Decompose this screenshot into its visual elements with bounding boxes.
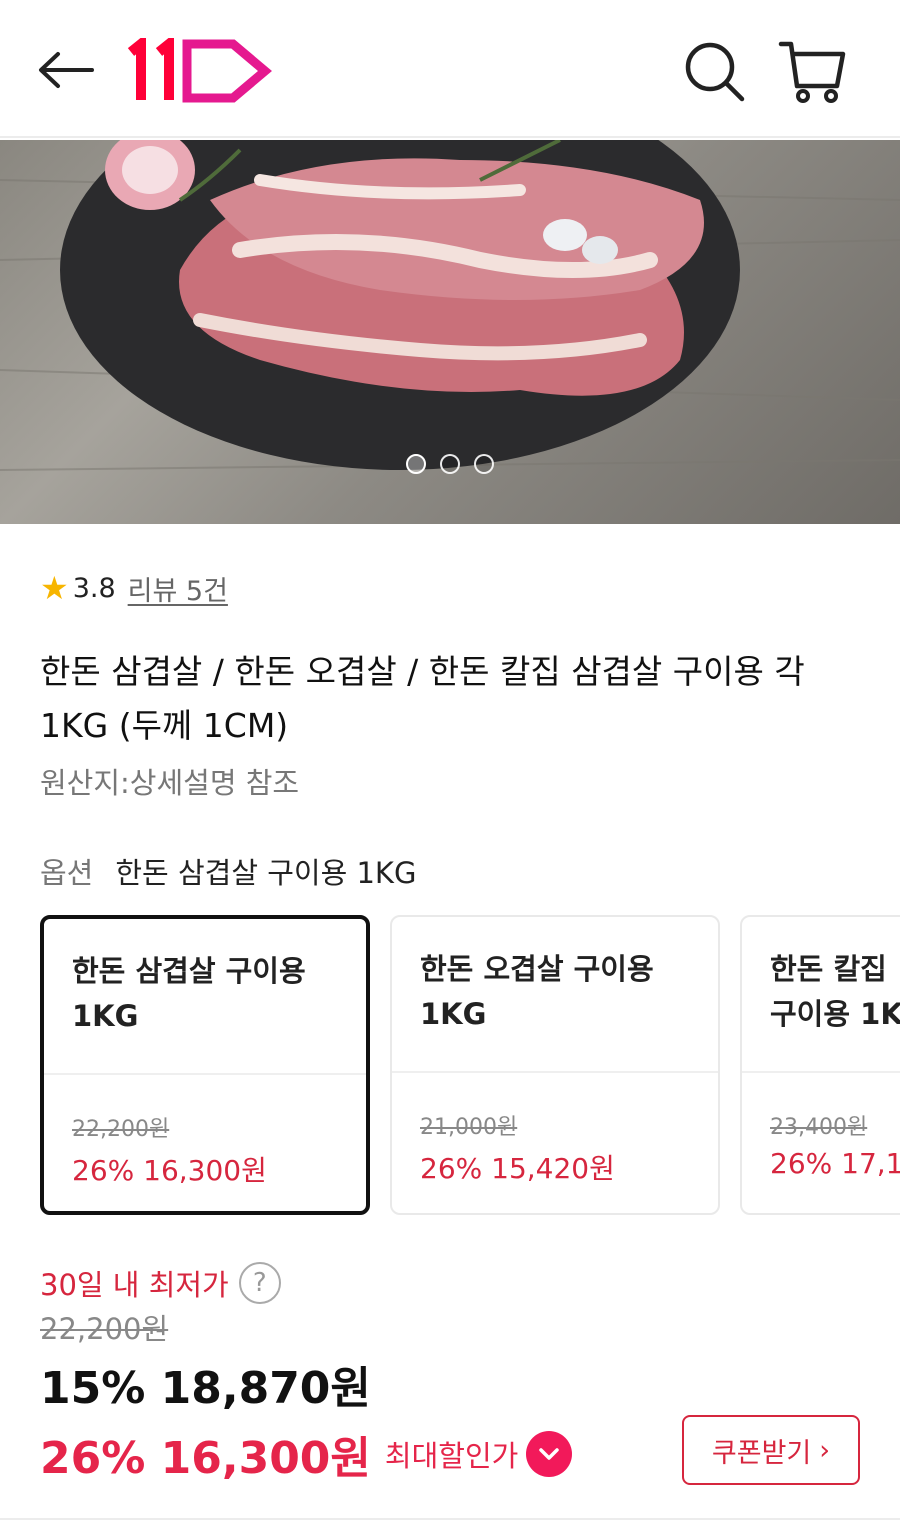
option-card-sale-price: 26% 15,420원 [420, 1152, 615, 1185]
divider [392, 1071, 718, 1073]
max-discount-label: 최대할인가 [384, 1439, 519, 1473]
11st-logo[interactable] [125, 33, 275, 104]
rating-summary: ★ 3.8 리뷰 5건 [40, 568, 228, 608]
coupon-button-label: 쿠폰받기 [711, 1437, 812, 1469]
get-coupon-button[interactable]: 쿠폰받기 › [682, 1415, 860, 1485]
option-card-sale-price: 26% 16,300원 [72, 1154, 267, 1187]
option-card-list[interactable]: 한돈 삼겹살 구이용 1KG 22,200원 26% 16,300원 한돈 오겹… [40, 915, 900, 1217]
lowest-price-label: 30일 내 최저가 [40, 1268, 229, 1302]
option-card-original-price: 23,400원 [770, 1115, 868, 1140]
product-title: 한돈 삼겹살 / 한돈 오겹살 / 한돈 칼집 삼겹살 구이용 각 1KG (두… [40, 652, 805, 745]
option-card-sale-price: 26% 17,1 [770, 1147, 900, 1180]
option-card-name: 한돈 오겹살 구이용 1KG [420, 947, 710, 1037]
option-card-name-line: 1KG [420, 997, 487, 1031]
option-card-name: 한돈 삼겹살 구이용 1KG [72, 949, 362, 1039]
gallery-dot[interactable] [474, 454, 494, 474]
divider [742, 1071, 900, 1073]
gallery-dot[interactable] [440, 454, 460, 474]
top-app-bar [0, 0, 900, 138]
original-price: 22,200원 [40, 1312, 169, 1346]
divider [0, 1518, 900, 1520]
max-discount-value: 26% 16,300원 [40, 1433, 371, 1484]
option-card-name-line: 1KG [72, 999, 139, 1033]
chevron-right-icon: › [819, 1434, 831, 1466]
gallery-pagination [0, 454, 900, 474]
back-arrow-icon [39, 52, 94, 88]
option-card-name-line: 한돈 오겹살 구이용 [420, 952, 654, 986]
option-card[interactable]: 한돈 삼겹살 구이용 1KG 22,200원 26% 16,300원 [40, 915, 370, 1215]
product-origin: 원산지:상세설명 참조 [40, 766, 300, 800]
help-icon[interactable]: ? [238, 1262, 281, 1304]
lowest-price-30-days: 30일 내 최저가 ? [40, 1262, 281, 1304]
gallery-dot[interactable] [406, 454, 426, 474]
cart-icon [778, 41, 846, 103]
back-button[interactable] [30, 40, 100, 100]
option-card[interactable]: 한돈 오겹살 구이용 1KG 21,000원 26% 15,420원 [390, 915, 720, 1215]
option-card-name-line: 구이용 1K [770, 997, 900, 1031]
divider [44, 1073, 366, 1075]
review-count-link[interactable]: 리뷰 5건 [128, 569, 228, 608]
option-card-original-price: 21,000원 [420, 1115, 518, 1140]
option-summary: 옵션 한돈 삼겹살 구이용 1KG [40, 850, 416, 892]
cart-button[interactable] [775, 36, 850, 106]
chevron-down-icon[interactable] [526, 1431, 573, 1477]
option-card-name-line: 한돈 삼겹살 구이용 [72, 954, 306, 988]
option-selected-value: 한돈 삼겹살 구이용 1KG [115, 856, 417, 890]
option-card[interactable]: 한돈 칼집 구이용 1K 23,400원 26% 17,1 [740, 915, 900, 1215]
option-card-name-line: 한돈 칼집 [770, 952, 887, 986]
star-icon: ★ [40, 569, 69, 607]
max-discount-price: 26% 16,300원 최대할인가 [40, 1422, 573, 1486]
option-card-original-price: 22,200원 [72, 1117, 170, 1142]
rating-score: 3.8 [72, 572, 116, 604]
option-label: 옵션 [40, 856, 94, 890]
search-button[interactable] [680, 36, 750, 106]
product-image-gallery[interactable] [0, 140, 900, 524]
search-icon [685, 42, 745, 102]
discounted-price: 15% 18,870원 [40, 1363, 371, 1414]
option-card-name: 한돈 칼집 구이용 1K [770, 947, 900, 1037]
